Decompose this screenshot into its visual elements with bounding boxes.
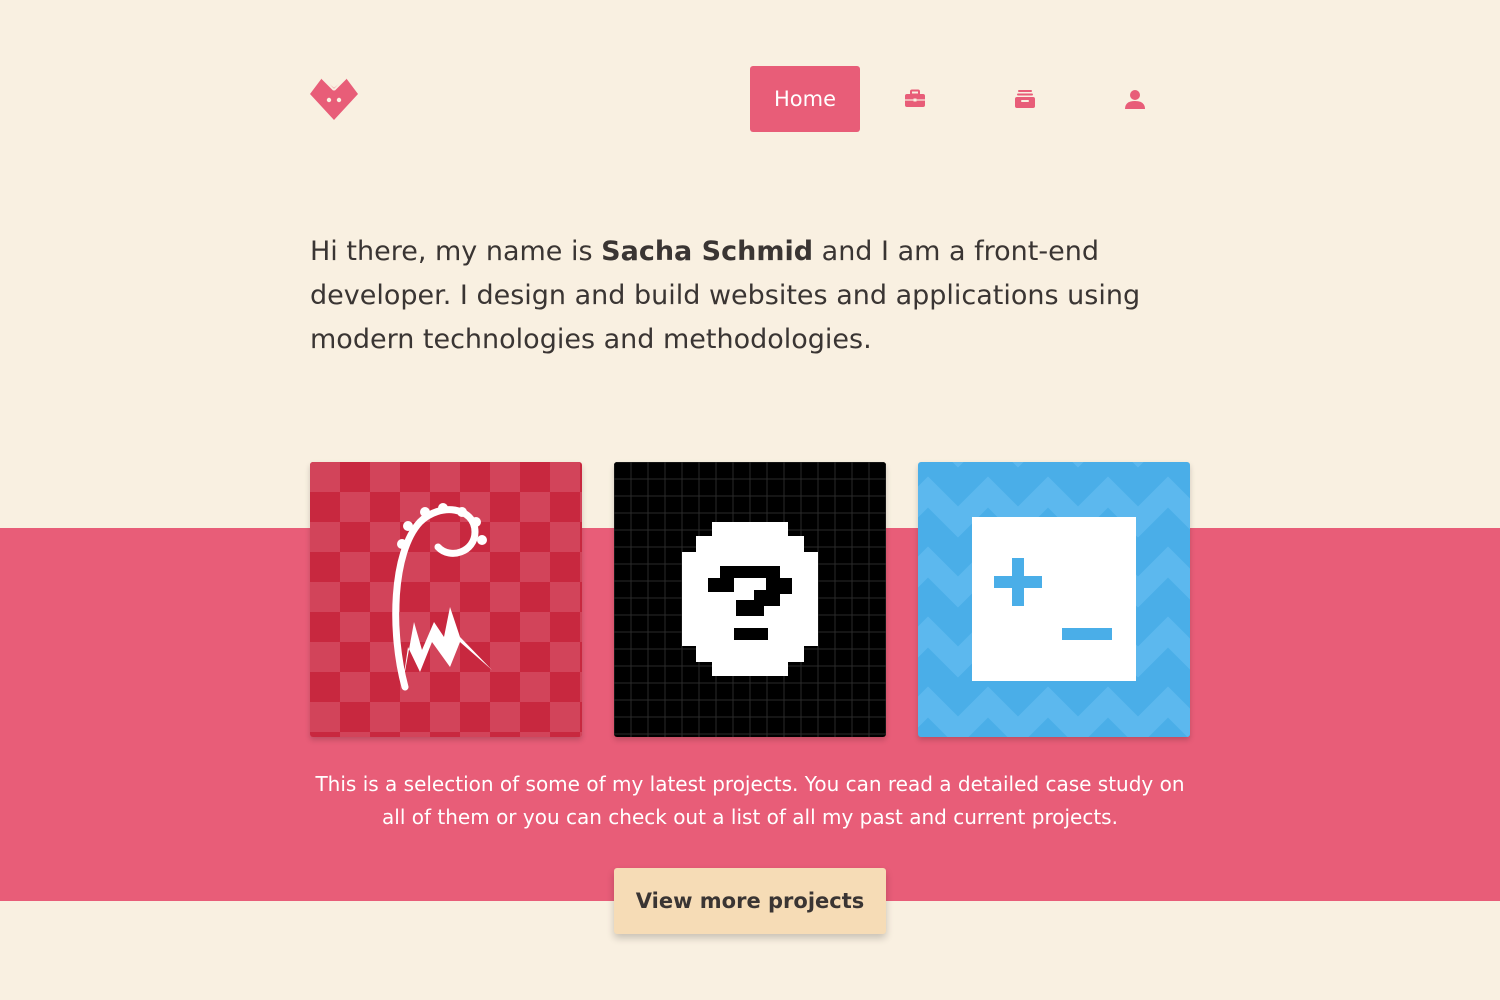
nav-archive[interactable] [970, 66, 1080, 132]
author-name: Sacha Schmid [601, 236, 814, 267]
view-more-projects-label: View more projects [635, 889, 865, 913]
nav-about[interactable] [1080, 66, 1190, 132]
main-nav: Home [750, 66, 1190, 132]
intro-prefix: Hi there, my name is [310, 236, 602, 267]
project-tile-question[interactable] [614, 462, 886, 737]
intro-text: Hi there, my name is Sacha Schmid and I … [310, 230, 1210, 362]
projects-caption: This is a selection of some of my latest… [315, 772, 1185, 829]
nav-work[interactable] [860, 66, 970, 132]
header: Home [310, 66, 1190, 132]
archive-icon [1015, 90, 1035, 108]
plus-minus-icon [918, 462, 1190, 737]
nav-home-label: Home [773, 87, 836, 111]
briefcase-icon [905, 89, 925, 107]
ribbon-logo-icon [310, 462, 582, 737]
nav-home[interactable]: Home [750, 66, 860, 132]
logo-icon[interactable] [310, 76, 358, 122]
user-icon [1125, 90, 1145, 109]
pixel-question-icon [614, 462, 886, 737]
project-grid [310, 462, 1190, 737]
view-more-projects-button[interactable]: View more projects [614, 868, 886, 934]
project-tile-ribbon[interactable] [310, 462, 582, 737]
project-tile-plusminus[interactable] [918, 462, 1190, 737]
